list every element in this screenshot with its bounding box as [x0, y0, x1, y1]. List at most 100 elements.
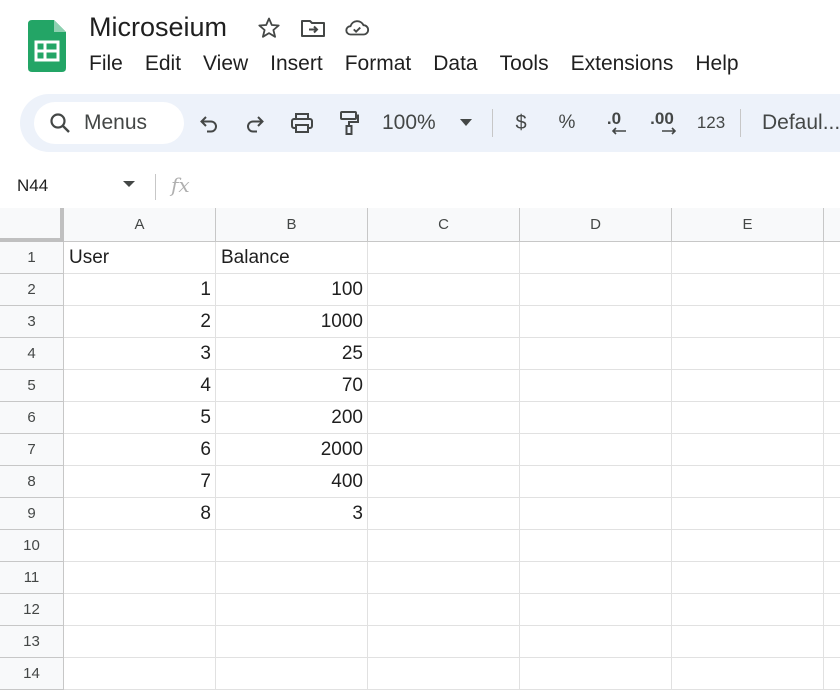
cell-d1[interactable]: [520, 242, 672, 274]
cell-b5[interactable]: 70: [216, 370, 368, 402]
cell-a2[interactable]: 1: [64, 274, 216, 306]
cell-b8[interactable]: 400: [216, 466, 368, 498]
row-header[interactable]: 8: [0, 466, 64, 498]
cell-next[interactable]: [824, 626, 840, 658]
cell-next[interactable]: [824, 658, 840, 690]
row-header[interactable]: 9: [0, 498, 64, 530]
cell-c11[interactable]: [368, 562, 520, 594]
cell-b10[interactable]: [216, 530, 368, 562]
cell-c7[interactable]: [368, 434, 520, 466]
cell-next[interactable]: [824, 498, 840, 530]
cell-d2[interactable]: [520, 274, 672, 306]
cell-a13[interactable]: [64, 626, 216, 658]
cell-e5[interactable]: [672, 370, 824, 402]
redo-icon[interactable]: [242, 106, 268, 140]
cell-a3[interactable]: 2: [64, 306, 216, 338]
column-header-e[interactable]: E: [672, 208, 824, 242]
cell-e9[interactable]: [672, 498, 824, 530]
cell-c9[interactable]: [368, 498, 520, 530]
cloud-saved-icon[interactable]: [344, 15, 370, 41]
menu-view[interactable]: View: [192, 48, 259, 80]
cell-e11[interactable]: [672, 562, 824, 594]
cell-b2[interactable]: 100: [216, 274, 368, 306]
cell-c2[interactable]: [368, 274, 520, 306]
cell-d7[interactable]: [520, 434, 672, 466]
cell-e3[interactable]: [672, 306, 824, 338]
currency-format-button[interactable]: $: [510, 106, 532, 140]
row-header[interactable]: 13: [0, 626, 64, 658]
row-header[interactable]: 12: [0, 594, 64, 626]
row-header[interactable]: 7: [0, 434, 64, 466]
star-icon[interactable]: [256, 15, 282, 41]
cell-a7[interactable]: 6: [64, 434, 216, 466]
cell-d3[interactable]: [520, 306, 672, 338]
cell-b3[interactable]: 1000: [216, 306, 368, 338]
cell-a9[interactable]: 8: [64, 498, 216, 530]
cell-next[interactable]: [824, 370, 840, 402]
cell-a1[interactable]: User: [64, 242, 216, 274]
column-header-next[interactable]: [824, 208, 840, 242]
cell-next[interactable]: [824, 562, 840, 594]
increase-decimal-button[interactable]: .00: [644, 106, 680, 140]
name-box[interactable]: N44: [17, 176, 48, 196]
row-header[interactable]: 2: [0, 274, 64, 306]
menu-tools[interactable]: Tools: [489, 48, 560, 80]
cell-b11[interactable]: [216, 562, 368, 594]
cell-c5[interactable]: [368, 370, 520, 402]
cell-next[interactable]: [824, 306, 840, 338]
row-header[interactable]: 1: [0, 242, 64, 274]
cell-b7[interactable]: 2000: [216, 434, 368, 466]
column-header-a[interactable]: A: [64, 208, 216, 242]
cell-d9[interactable]: [520, 498, 672, 530]
cell-b9[interactable]: 3: [216, 498, 368, 530]
row-header[interactable]: 6: [0, 402, 64, 434]
cell-b14[interactable]: [216, 658, 368, 690]
cell-e6[interactable]: [672, 402, 824, 434]
menu-data[interactable]: Data: [422, 48, 488, 80]
cell-c14[interactable]: [368, 658, 520, 690]
cell-e12[interactable]: [672, 594, 824, 626]
cell-d8[interactable]: [520, 466, 672, 498]
cell-a10[interactable]: [64, 530, 216, 562]
cell-d6[interactable]: [520, 402, 672, 434]
cell-c4[interactable]: [368, 338, 520, 370]
cell-c10[interactable]: [368, 530, 520, 562]
cell-next[interactable]: [824, 434, 840, 466]
cell-e1[interactable]: [672, 242, 824, 274]
cell-c3[interactable]: [368, 306, 520, 338]
cell-a14[interactable]: [64, 658, 216, 690]
undo-icon[interactable]: [196, 106, 222, 140]
paint-format-icon[interactable]: [336, 106, 362, 140]
zoom-select[interactable]: 100%: [382, 106, 442, 140]
cell-a6[interactable]: 5: [64, 402, 216, 434]
cell-d12[interactable]: [520, 594, 672, 626]
cell-b12[interactable]: [216, 594, 368, 626]
name-box-dropdown-icon[interactable]: [123, 181, 135, 187]
menu-insert[interactable]: Insert: [259, 48, 334, 80]
print-icon[interactable]: [288, 106, 316, 140]
formula-input[interactable]: [205, 170, 829, 204]
cell-a8[interactable]: 7: [64, 466, 216, 498]
search-menus-button[interactable]: Menus: [34, 102, 184, 144]
cell-d13[interactable]: [520, 626, 672, 658]
row-header[interactable]: 3: [0, 306, 64, 338]
cell-a4[interactable]: 3: [64, 338, 216, 370]
cell-next[interactable]: [824, 338, 840, 370]
cell-a5[interactable]: 4: [64, 370, 216, 402]
row-header[interactable]: 10: [0, 530, 64, 562]
cell-next[interactable]: [824, 466, 840, 498]
document-title[interactable]: Microseium: [89, 10, 227, 44]
zoom-dropdown-arrow-icon[interactable]: [458, 106, 474, 140]
select-all-corner[interactable]: [0, 208, 64, 242]
menu-file[interactable]: File: [78, 48, 134, 80]
cell-c1[interactable]: [368, 242, 520, 274]
menu-extensions[interactable]: Extensions: [560, 48, 685, 80]
cell-e4[interactable]: [672, 338, 824, 370]
row-header[interactable]: 14: [0, 658, 64, 690]
column-header-c[interactable]: C: [368, 208, 520, 242]
cell-next[interactable]: [824, 242, 840, 274]
cell-c13[interactable]: [368, 626, 520, 658]
cell-next[interactable]: [824, 402, 840, 434]
column-header-d[interactable]: D: [520, 208, 672, 242]
cell-a12[interactable]: [64, 594, 216, 626]
